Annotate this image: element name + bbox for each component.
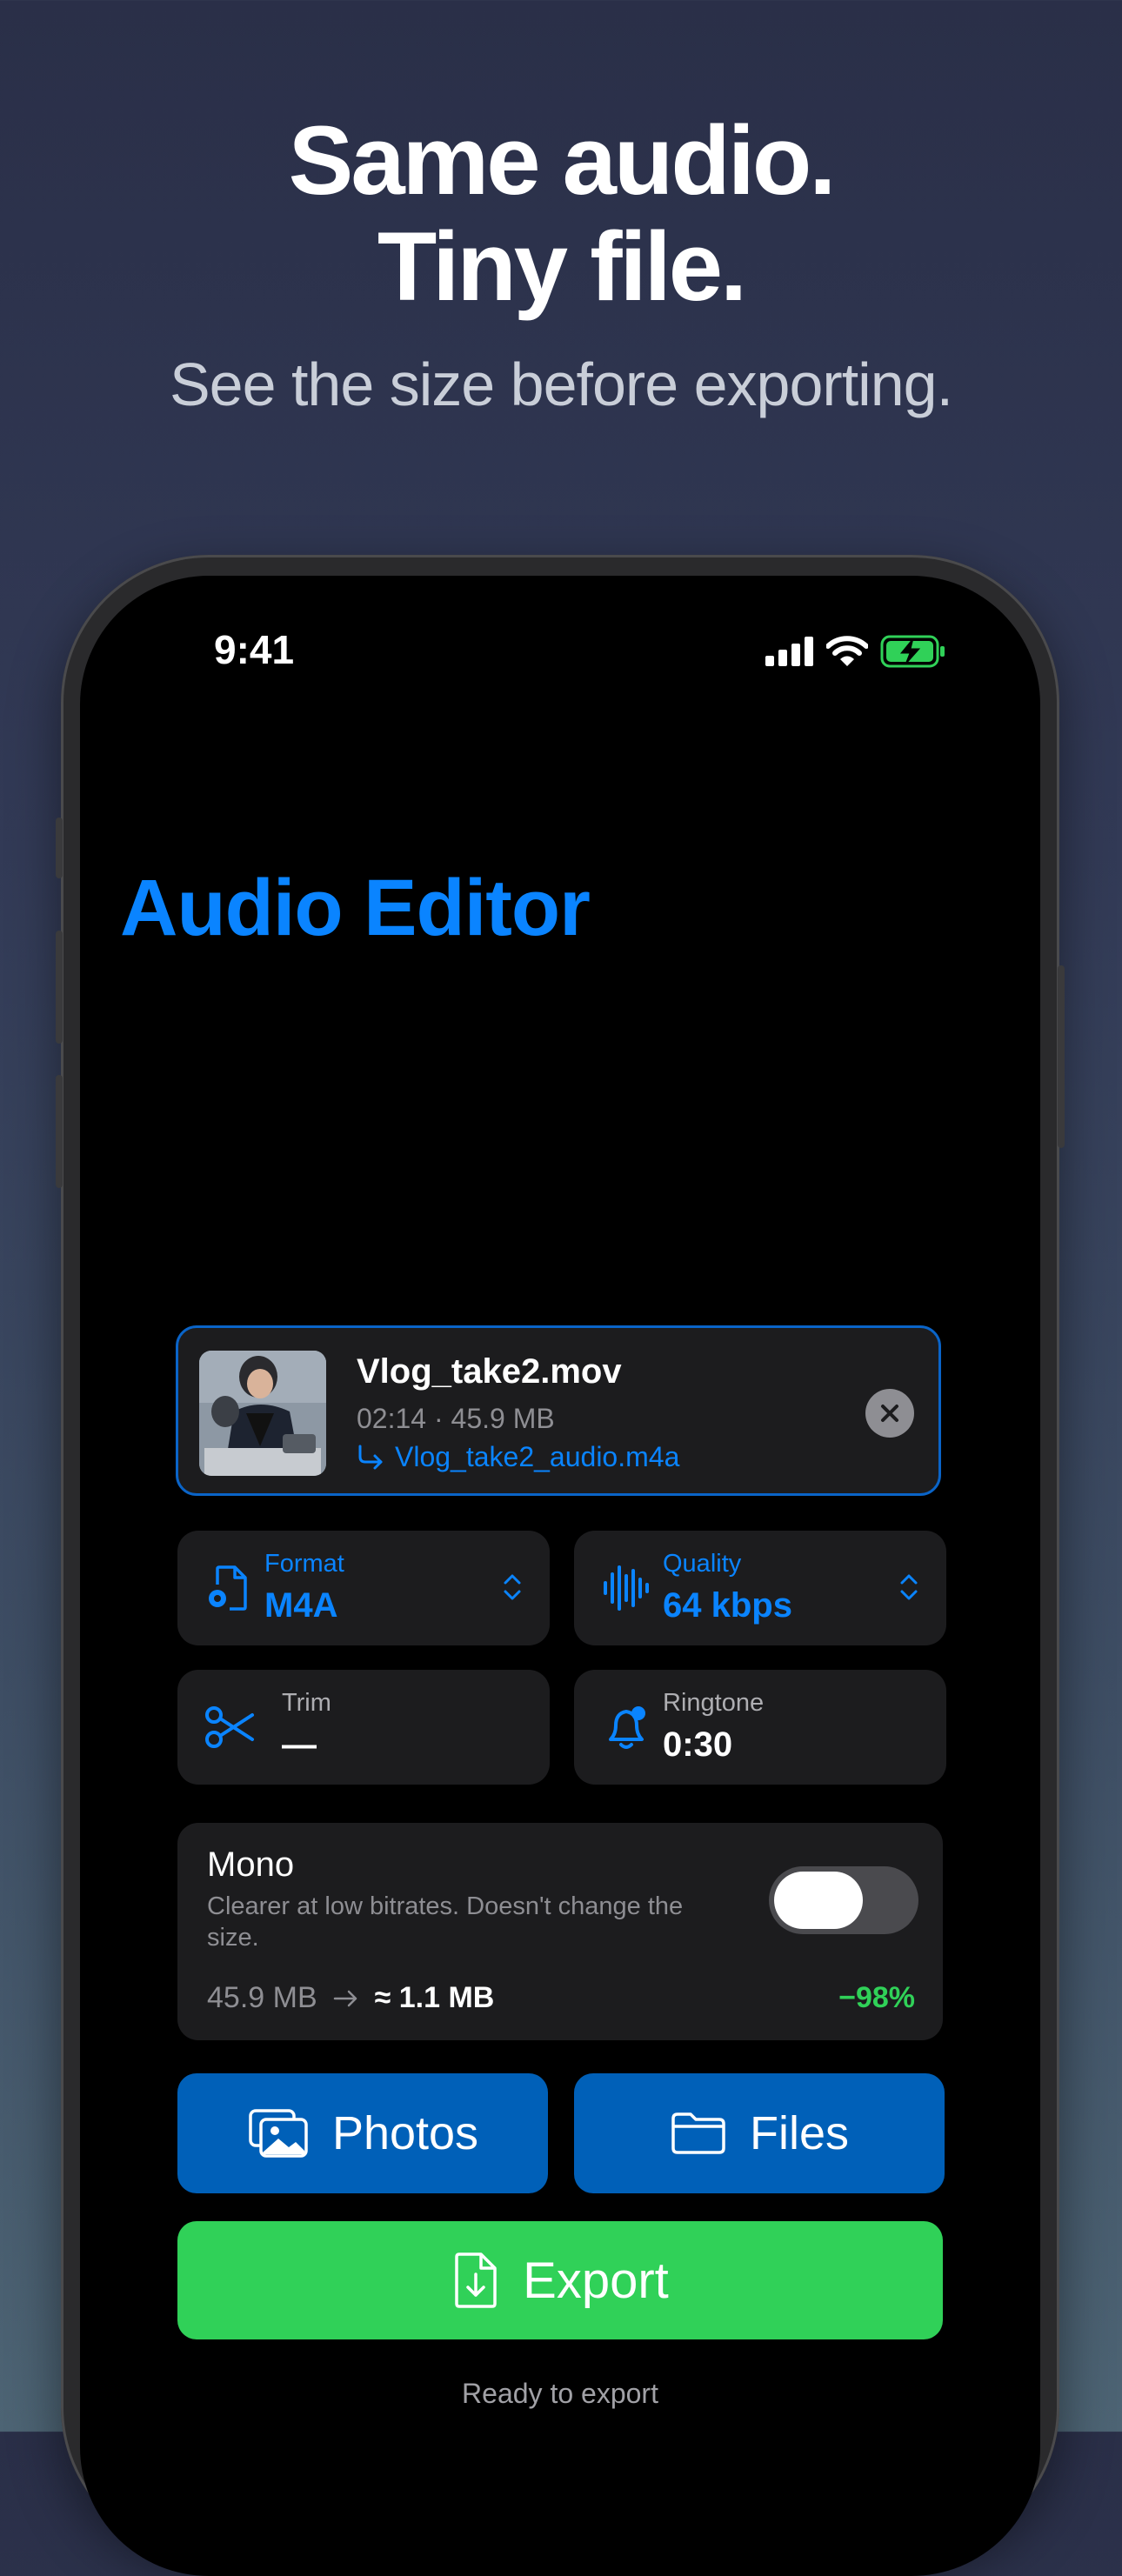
headline-line-1: Same audio. bbox=[288, 106, 837, 215]
document-gear-icon bbox=[209, 1565, 247, 1611]
ringtone-value: 0:30 bbox=[663, 1725, 733, 1764]
redirect-arrow-icon bbox=[358, 1445, 383, 1469]
size-estimate: 45.9 MB ≈ 1.1 MB bbox=[207, 1981, 494, 2015]
files-label: Files bbox=[749, 2107, 849, 2159]
ringtone-button[interactable]: Ringtone 0:30 bbox=[574, 1670, 946, 1785]
files-button[interactable]: Files bbox=[574, 2073, 945, 2193]
export-status: Ready to export bbox=[462, 2378, 658, 2409]
arrow-right-icon bbox=[333, 1990, 357, 2006]
size-before: 45.9 MB bbox=[207, 1981, 317, 2014]
phone-volume-up-button bbox=[56, 931, 63, 1044]
signal-icon bbox=[765, 637, 813, 666]
phone-side-button bbox=[1058, 965, 1065, 1148]
wifi-icon bbox=[826, 636, 868, 666]
mono-card: Mono Clearer at low bitrates. Doesn't ch… bbox=[177, 1823, 943, 2040]
format-value: M4A bbox=[264, 1586, 338, 1625]
headline-line-2: Tiny file. bbox=[377, 212, 747, 321]
chevron-up-down-icon bbox=[504, 1574, 521, 1600]
mono-title: Mono bbox=[207, 1845, 295, 1884]
trim-label: Trim bbox=[282, 1689, 331, 1717]
quality-picker[interactable]: Quality 64 kbps bbox=[574, 1531, 946, 1645]
mono-toggle[interactable] bbox=[769, 1866, 918, 1934]
output-file: Vlog_take2_audio.m4a bbox=[357, 1441, 679, 1473]
file-meta: 02:14 · 45.9 MB bbox=[357, 1403, 555, 1434]
photos-icon bbox=[249, 2109, 308, 2158]
ringtone-label: Ringtone bbox=[663, 1689, 765, 1717]
phone-volume-down-button bbox=[56, 1075, 63, 1188]
size-after: ≈ 1.1 MB bbox=[374, 1981, 495, 2014]
phone-screen: 9:41 Audio Editor Vlog_take2.mov 02:14 ·… bbox=[80, 576, 1040, 2576]
phone-action-button bbox=[56, 818, 63, 878]
export-label: Export bbox=[523, 2252, 669, 2309]
trim-value: — bbox=[282, 1725, 317, 1764]
close-icon bbox=[881, 1405, 898, 1422]
selected-file-card[interactable]: Vlog_take2.mov 02:14 · 45.9 MB Vlog_take… bbox=[176, 1325, 941, 1496]
scissors-icon bbox=[205, 1706, 254, 1748]
video-thumbnail bbox=[199, 1351, 326, 1476]
document-download-icon bbox=[455, 2252, 497, 2308]
file-name: Vlog_take2.mov bbox=[357, 1352, 622, 1391]
mono-toggle-knob bbox=[774, 1872, 863, 1929]
battery-charging-icon bbox=[880, 635, 945, 668]
mono-description: Clearer at low bitrates. Doesn't change … bbox=[207, 1892, 684, 1952]
export-button[interactable]: Export bbox=[177, 2221, 943, 2339]
bell-badge-icon bbox=[609, 1706, 645, 1749]
format-label: Format bbox=[264, 1550, 344, 1578]
quality-value: 64 kbps bbox=[663, 1586, 792, 1625]
waveform-icon bbox=[604, 1565, 649, 1611]
chevron-up-down-icon bbox=[900, 1574, 918, 1600]
remove-file-button[interactable] bbox=[865, 1389, 914, 1438]
status-icons bbox=[765, 635, 946, 668]
output-file-name: Vlog_take2_audio.m4a bbox=[395, 1441, 680, 1472]
quality-label: Quality bbox=[663, 1550, 742, 1578]
app-title: Audio Editor bbox=[120, 864, 591, 952]
photos-button[interactable]: Photos bbox=[177, 2073, 548, 2193]
trim-button[interactable]: Trim — bbox=[177, 1670, 550, 1785]
format-picker[interactable]: Format M4A bbox=[177, 1531, 550, 1645]
photos-label: Photos bbox=[331, 2107, 479, 2159]
folder-icon bbox=[671, 2112, 725, 2154]
size-reduction: −98% bbox=[838, 1981, 915, 2014]
headline-subtitle: See the size before exporting. bbox=[169, 350, 953, 418]
status-time: 9:41 bbox=[214, 627, 295, 672]
